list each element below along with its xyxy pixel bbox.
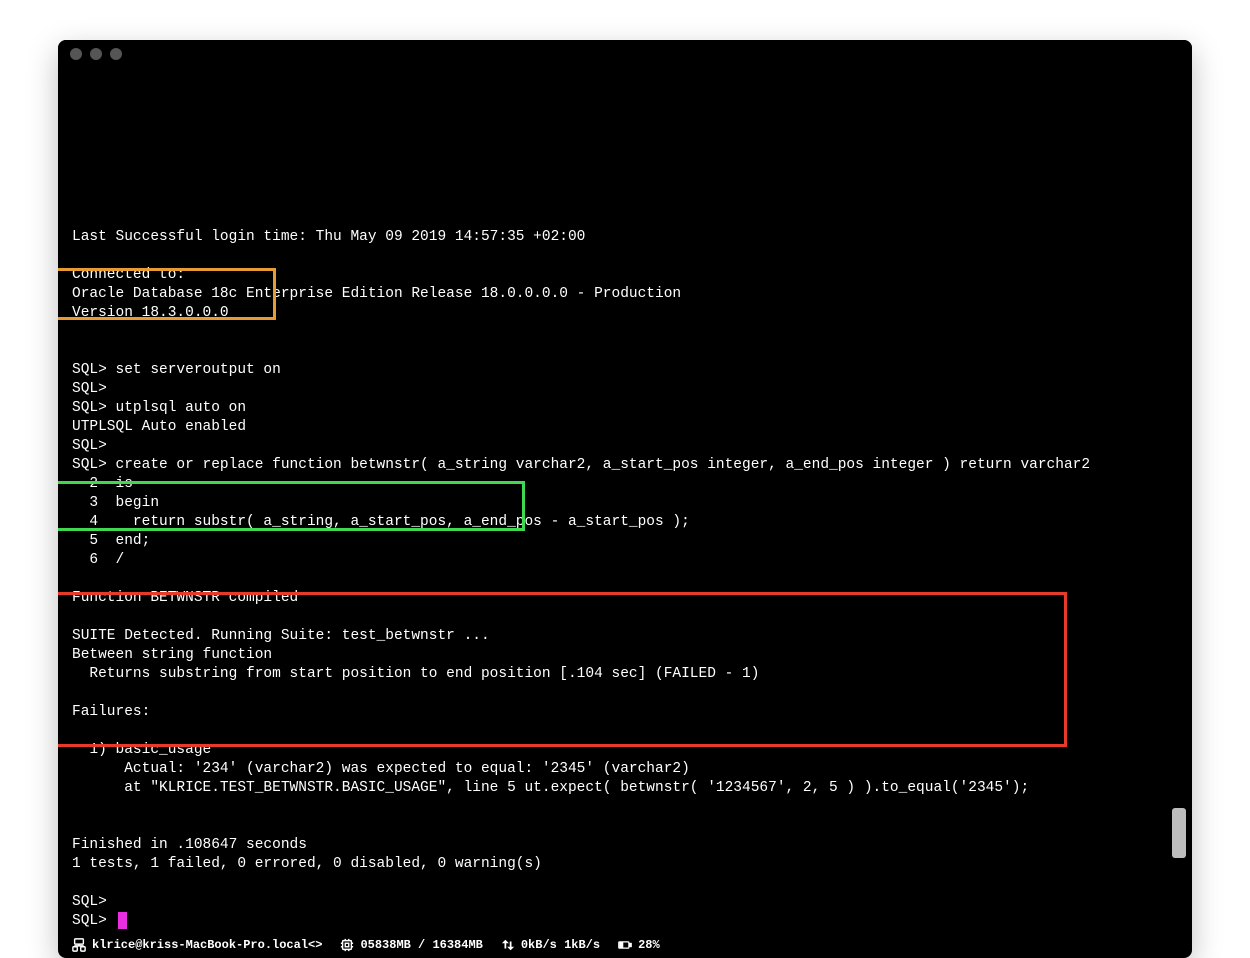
terminal-output[interactable]: Last Successful login time: Thu May 09 2… (58, 68, 1192, 935)
terminal-line: Oracle Database 18c Enterprise Edition R… (72, 285, 1178, 304)
terminal-line: Finished in .108647 seconds (72, 836, 1178, 855)
minimize-icon[interactable] (90, 48, 102, 60)
terminal-line (72, 209, 1178, 228)
status-battery-text: 28% (638, 938, 660, 952)
terminal-line: 1) basic_usage (72, 741, 1178, 760)
terminal-line: Actual: '234' (varchar2) was expected to… (72, 760, 1178, 779)
network-icon (72, 938, 86, 952)
status-bar: klrice@kriss-MacBook-Pro.local<> 05838MB… (58, 935, 1192, 958)
terminal-line: SQL> (72, 912, 1178, 931)
terminal-line: SQL> (72, 893, 1178, 912)
terminal-line: Function BETWNSTR compiled (72, 589, 1178, 608)
terminal-line: 4 return substr( a_string, a_start_pos, … (72, 513, 1178, 532)
terminal-line: 3 begin (72, 494, 1178, 513)
terminal-line (72, 817, 1178, 836)
terminal-line (72, 323, 1178, 342)
status-battery: 28% (618, 938, 660, 952)
cursor (118, 912, 127, 929)
terminal-line (72, 684, 1178, 703)
terminal-line: Last Successful login time: Thu May 09 2… (72, 228, 1178, 247)
terminal-line: Between string function (72, 646, 1178, 665)
scrollbar-thumb[interactable] (1172, 808, 1186, 858)
terminal-line: 1 tests, 1 failed, 0 errored, 0 disabled… (72, 855, 1178, 874)
terminal-line (72, 247, 1178, 266)
chip-icon (340, 938, 354, 952)
terminal-line (72, 722, 1178, 741)
status-host-text: klrice@kriss-MacBook-Pro.local<> (92, 938, 322, 952)
status-host: klrice@kriss-MacBook-Pro.local<> (72, 938, 322, 952)
terminal-line: 2 is (72, 475, 1178, 494)
terminal-line: Returns substring from start position to… (72, 665, 1178, 684)
terminal-line: SQL> (72, 380, 1178, 399)
terminal-line (72, 570, 1178, 589)
terminal-line: SQL> utplsql auto on (72, 399, 1178, 418)
terminal-line: at "KLRICE.TEST_BETWNSTR.BASIC_USAGE", l… (72, 779, 1178, 798)
status-memory: 05838MB / 16384MB (340, 938, 482, 952)
terminal-line: UTPLSQL Auto enabled (72, 418, 1178, 437)
terminal-line (72, 342, 1178, 361)
terminal-line: Failures: (72, 703, 1178, 722)
status-net-text: 0kB/s 1kB/s (521, 938, 600, 952)
terminal-line: 6 / (72, 551, 1178, 570)
terminal-line: Version 18.3.0.0.0 (72, 304, 1178, 323)
terminal-line: SQL> create or replace function betwnstr… (72, 456, 1178, 475)
terminal-line (72, 874, 1178, 893)
maximize-icon[interactable] (110, 48, 122, 60)
terminal-line: SUITE Detected. Running Suite: test_betw… (72, 627, 1178, 646)
status-net: 0kB/s 1kB/s (501, 938, 600, 952)
terminal-line: 5 end; (72, 532, 1178, 551)
transfer-icon (501, 938, 515, 952)
battery-icon (618, 938, 632, 952)
terminal-line (72, 608, 1178, 627)
terminal-line: SQL> set serveroutput on (72, 361, 1178, 380)
terminal-line: Connected to: (72, 266, 1178, 285)
terminal-window: Last Successful login time: Thu May 09 2… (58, 40, 1192, 958)
terminal-line (72, 798, 1178, 817)
titlebar[interactable] (58, 40, 1192, 68)
terminal-line: SQL> (72, 437, 1178, 456)
status-memory-text: 05838MB / 16384MB (360, 938, 482, 952)
close-icon[interactable] (70, 48, 82, 60)
